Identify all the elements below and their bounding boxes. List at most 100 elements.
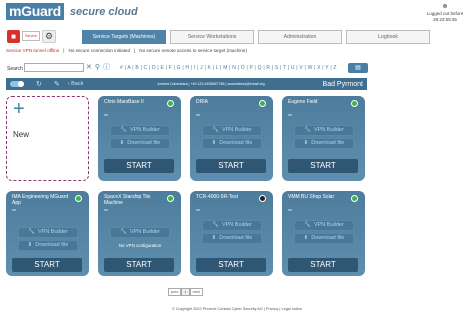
card-title: IMA Engineering MGuard App <box>12 194 69 206</box>
tab-service-workstations[interactable]: Service Workstations <box>170 30 254 44</box>
user-time: 29:23:59:35 <box>433 17 457 22</box>
user-icon[interactable]: ☻ <box>441 3 449 11</box>
alphabet-filter[interactable]: # | A | B | C | D | E | F | G | H | I | … <box>120 65 337 71</box>
vpn-builder-button[interactable]: 🔧 VPN Builder <box>202 125 262 136</box>
card-serial: sn <box>288 112 293 117</box>
search-label: Search <box>7 66 23 72</box>
start-button[interactable]: START <box>196 258 266 272</box>
search-icon[interactable]: ⚲ <box>95 63 100 72</box>
search-input[interactable] <box>24 63 84 72</box>
list-view-icon: ▤ <box>355 65 361 71</box>
machine-card: Chris MarsBase II sn 🔧 VPN Builder ⬇ Downl… <box>98 96 181 181</box>
status-remote-access: No secure remote access to service targe… <box>139 48 247 53</box>
card-serial: sn <box>104 112 109 117</box>
card-title: Eugene Field <box>288 99 318 105</box>
download-file-button[interactable]: ⬇ Download file <box>294 233 354 244</box>
vpn-builder-label: VPN Builder <box>221 127 252 133</box>
card-serial: sn <box>104 207 109 212</box>
tab-logbook[interactable]: Logbook <box>346 30 430 44</box>
status-sep: | <box>63 48 65 53</box>
machine-card: Eugene Field sn 🔧 VPN Builder ⬇ Download f… <box>282 96 365 181</box>
vpn-builder-button[interactable]: 🔧 VPN Builder <box>110 125 170 136</box>
vpn-builder-button[interactable]: 🔧 VPN Builder <box>110 227 170 238</box>
vpn-builder-label: VPN Builder <box>313 127 344 133</box>
next-page-button[interactable]: next <box>189 288 203 296</box>
card-serial: sn <box>288 207 293 212</box>
card-title: TCR-4000-5R-Test <box>196 194 238 200</box>
vpn-builder-button[interactable]: 🔧 VPN Builder <box>294 125 354 136</box>
app-logo: mGuard secure cloud <box>6 3 138 20</box>
download-file-button[interactable]: ⬇ Download file <box>202 138 262 149</box>
start-button[interactable]: START <box>104 258 174 272</box>
status-dot <box>351 195 358 202</box>
start-button[interactable]: START <box>288 258 358 272</box>
vpn-builder-label: VPN Builder <box>37 229 68 235</box>
edit-icon[interactable]: ✎ <box>54 80 60 88</box>
start-button[interactable]: START <box>196 159 266 173</box>
wrench-icon: 🔧 <box>304 127 311 133</box>
download-file-button[interactable]: ⬇ Download file <box>202 233 262 244</box>
gear-icon: ⚙ <box>44 31 54 41</box>
download-file-button[interactable]: ⬇ Download file <box>18 240 78 251</box>
download-file-button[interactable]: ⬇ Download file <box>294 138 354 149</box>
card-serial: sn <box>196 112 201 117</box>
clear-icon[interactable]: ✕ <box>86 63 92 72</box>
user-info[interactable]: ☻ Logged out before 29:23:59:35 <box>425 3 465 23</box>
filter-icons: ✕ ⚲ ⓘ <box>86 63 110 72</box>
machine-card: VMM BU Shop Solar sn 🔧 VPN Builder ⬇ Downl… <box>282 191 365 276</box>
download-label: Download file <box>311 235 345 241</box>
download-icon: ⬇ <box>303 235 309 241</box>
machine-card: TCR-4000-5R-Test sn 🔧 VPN Builder ⬇ Downlo… <box>190 191 273 276</box>
card-title: DRIA <box>196 99 208 105</box>
download-label: Download file <box>219 235 253 241</box>
vpn-builder-button[interactable]: 🔧 VPN Builder <box>18 227 78 238</box>
vpn-builder-button[interactable]: 🔧 VPN Builder <box>294 220 354 231</box>
prev-page-button[interactable]: prev <box>168 288 182 296</box>
start-button[interactable]: START <box>12 258 82 272</box>
start-button[interactable]: START <box>104 159 174 173</box>
status-sep: | <box>134 48 136 53</box>
stop-button[interactable]: ■ <box>7 30 20 43</box>
vpn-builder-label: VPN Builder <box>129 127 160 133</box>
machine-card: DRIA sn 🔧 VPN Builder ⬇ Download file STAR… <box>190 96 273 181</box>
status-dot <box>259 100 266 107</box>
download-file-button[interactable]: ⬇ Download file <box>110 138 170 149</box>
current-page[interactable]: 1 <box>181 288 190 296</box>
stop-icon: ■ <box>11 32 16 41</box>
download-label: Download file <box>127 140 161 146</box>
contact-info: Andrea Colombara | +49 123 4455667788 | … <box>157 82 265 86</box>
footer: © Copyright 2022 Phoenix Contact Cyber S… <box>172 307 302 311</box>
download-label: Download file <box>35 242 69 248</box>
vpn-builder-button[interactable]: 🔧 VPN Builder <box>202 220 262 231</box>
tab-service-targets[interactable]: Service Targets (Machines) <box>82 30 166 44</box>
no-vpn-config-text: No VPN configuration <box>118 243 162 248</box>
tab-administration[interactable]: Administration <box>258 30 342 44</box>
refresh-icon[interactable]: ↻ <box>36 80 42 88</box>
download-icon: ⬇ <box>27 242 33 248</box>
service-button[interactable]: Service <box>22 31 40 41</box>
settings-button[interactable]: ⚙ <box>42 30 56 43</box>
machine-card: IMA Engineering MGuard App sn 🔧 VPN Build… <box>6 191 89 276</box>
status-dot <box>351 100 358 107</box>
logo-sub: secure cloud <box>69 5 138 18</box>
location-name: Bad Pyrmont <box>322 80 363 88</box>
back-button[interactable]: ‹ Back <box>68 81 84 87</box>
vpn-builder-label: VPN Builder <box>313 222 344 228</box>
status-dot <box>167 195 174 202</box>
status-bar: Service VPN tunnel offline | No secure c… <box>6 48 247 53</box>
logo-main: mGuard <box>6 3 64 20</box>
new-target-card[interactable]: + New <box>6 96 89 181</box>
info-icon[interactable]: ⓘ <box>103 63 110 72</box>
view-toggle-button[interactable]: ▤ <box>348 63 368 73</box>
start-button[interactable]: START <box>288 159 358 173</box>
card-title: VMM BU Shop Solar <box>288 194 335 200</box>
online-toggle[interactable] <box>10 81 24 87</box>
download-icon: ⬇ <box>119 140 125 146</box>
location-bar: ↻ ✎ ‹ Back Andrea Colombara | +49 123 44… <box>6 78 367 90</box>
status-connection: No secure connection initiated <box>68 48 131 53</box>
wrench-icon: 🔧 <box>28 229 35 235</box>
wrench-icon: 🔧 <box>212 222 219 228</box>
download-label: Download file <box>219 140 253 146</box>
status-vpn: Service VPN tunnel offline <box>6 48 60 53</box>
card-serial: sn <box>196 207 201 212</box>
